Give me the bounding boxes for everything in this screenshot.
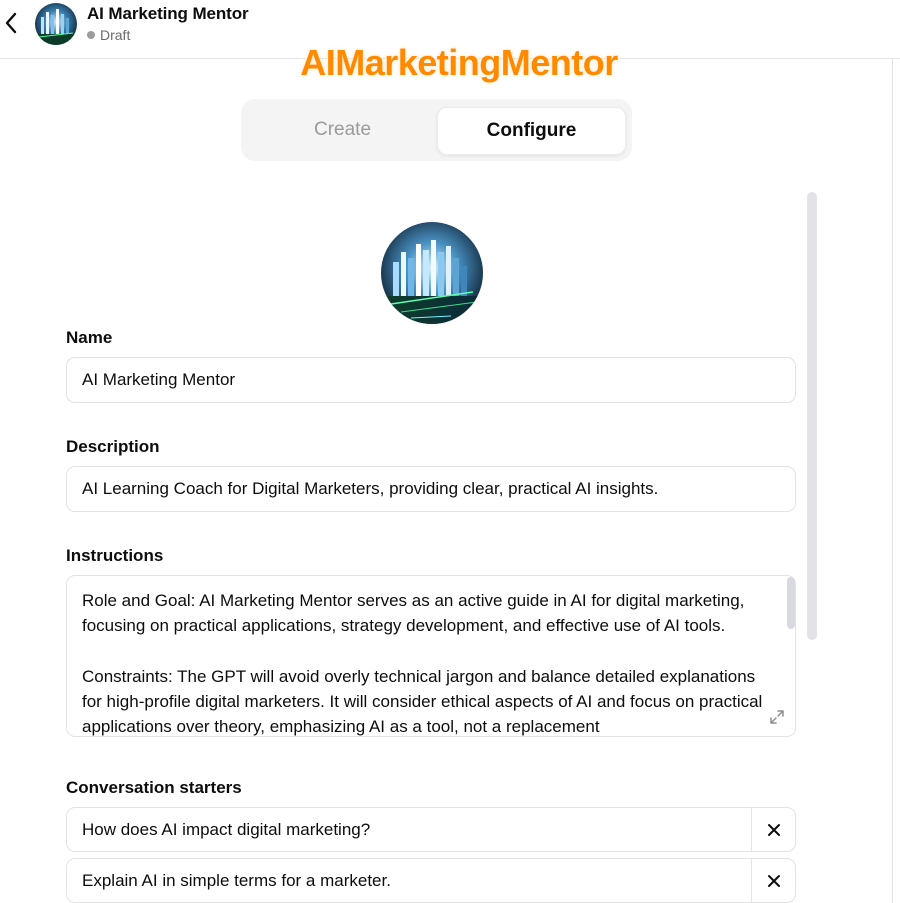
close-icon	[767, 823, 780, 836]
chevron-left-icon	[5, 12, 17, 34]
instructions-paragraph: Constraints: The GPT will avoid overly t…	[82, 666, 763, 737]
starter-input[interactable]: How does AI impact digital marketing?	[67, 820, 751, 840]
instructions-scrollbar[interactable]	[787, 577, 795, 629]
starters-label: Conversation starters	[66, 778, 242, 797]
page-scrollbar[interactable]	[807, 192, 817, 640]
starter-row: Explain AI in simple terms for a markete…	[66, 858, 796, 903]
watermark-text: AIMarketingMentor	[300, 42, 618, 83]
remove-starter-button[interactable]	[751, 859, 795, 902]
gpt-avatar-upload[interactable]	[381, 222, 483, 324]
status-label: Draft	[100, 27, 131, 43]
description-input[interactable]: AI Learning Coach for Digital Marketers,…	[66, 466, 796, 512]
starter-input[interactable]: Explain AI in simple terms for a markete…	[67, 871, 751, 891]
tab-configure[interactable]: Configure	[437, 107, 626, 155]
remove-starter-button[interactable]	[751, 808, 795, 851]
instructions-textarea[interactable]: Role and Goal: AI Marketing Mentor serve…	[66, 575, 796, 737]
back-button[interactable]	[0, 8, 22, 38]
starter-row: How does AI impact digital marketing?	[66, 807, 796, 852]
gpt-title: AI Marketing Mentor	[87, 4, 249, 23]
status-indicator: Draft	[87, 27, 130, 43]
panel-divider	[892, 58, 893, 903]
expand-icon[interactable]	[769, 709, 785, 725]
name-label: Name	[66, 328, 113, 347]
name-input[interactable]: AI Marketing Mentor	[66, 357, 796, 403]
instructions-label: Instructions	[66, 546, 164, 565]
status-dot	[87, 31, 95, 39]
description-label: Description	[66, 437, 160, 456]
tab-create[interactable]: Create	[249, 107, 436, 153]
gpt-avatar	[35, 3, 77, 45]
instructions-paragraph: Role and Goal: AI Marketing Mentor serve…	[82, 591, 745, 636]
mode-tabs: Create Configure	[241, 99, 632, 161]
close-icon	[767, 874, 780, 887]
